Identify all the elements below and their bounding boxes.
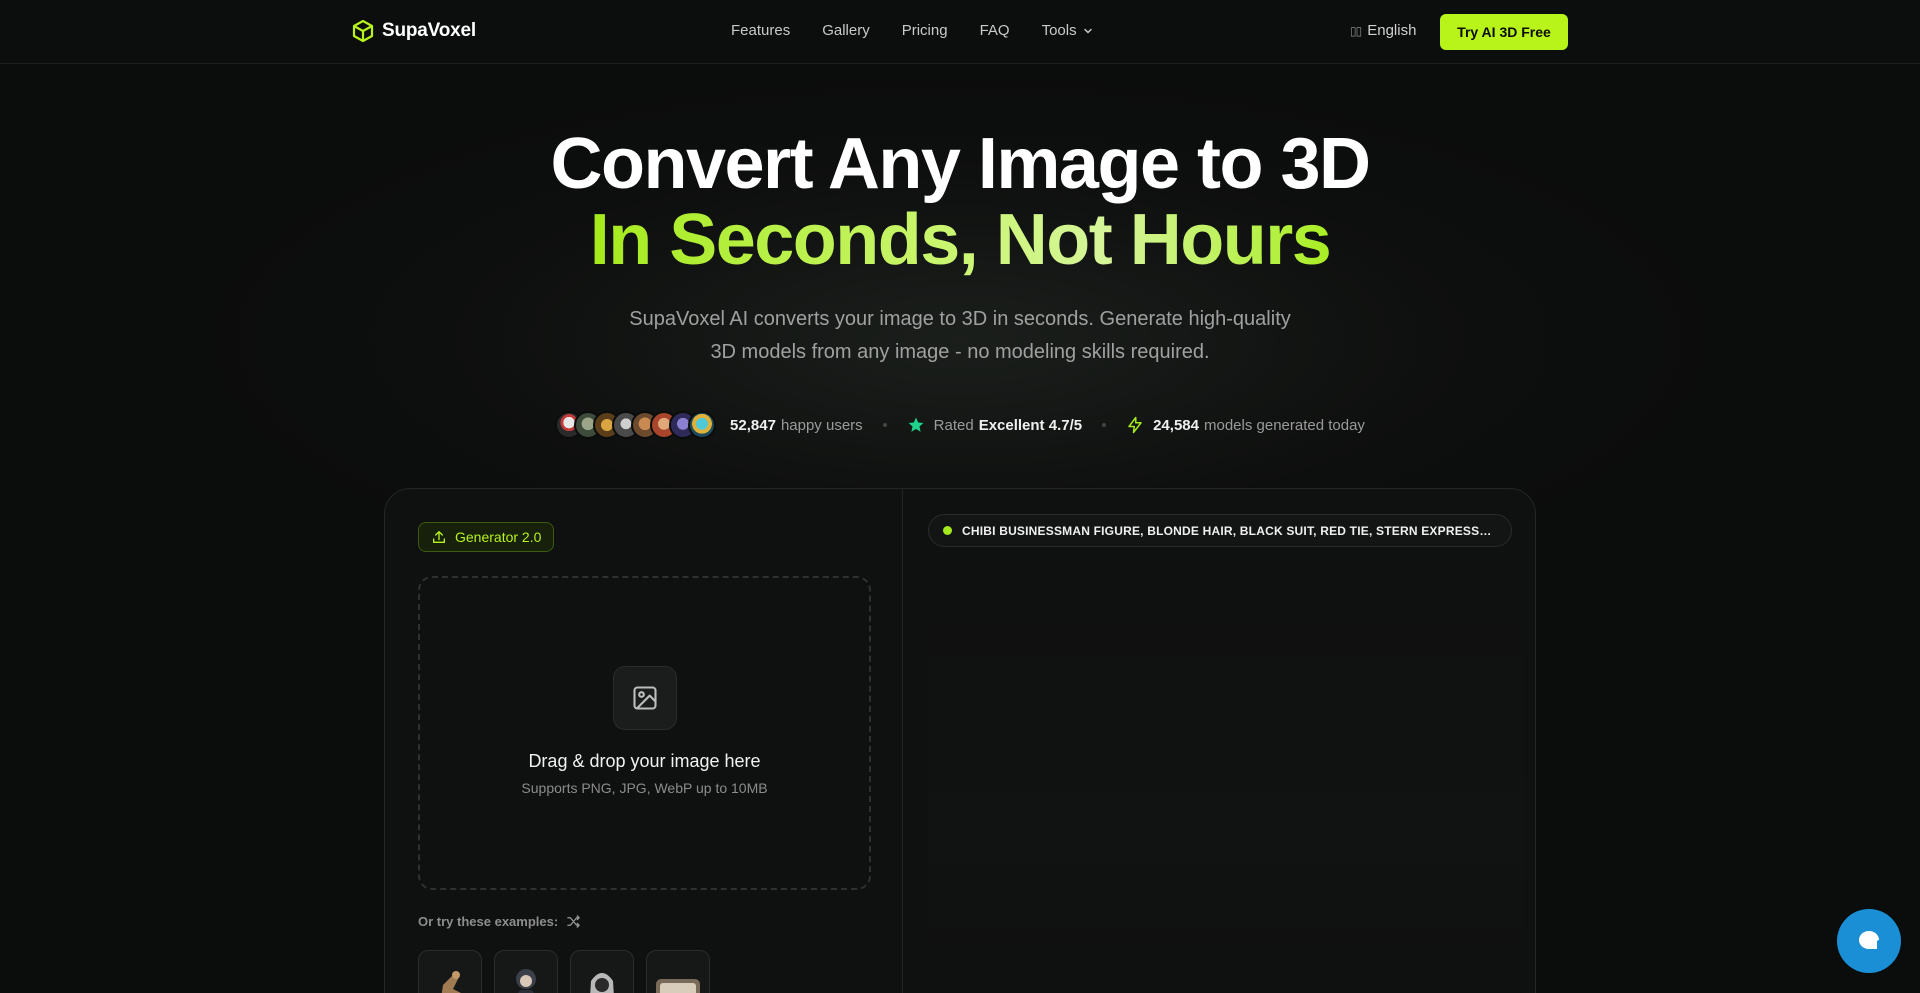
users-label: happy users [780,416,863,434]
top-nav: SupaVoxel Features Gallery Pricing FAQ T… [0,0,1920,64]
hero-subtitle: SupaVoxel AI converts your image to 3D i… [629,308,1291,363]
upload-icon [433,531,445,543]
example-thumbnail[interactable] [570,950,634,993]
generator-card: Generator 2.0 Drag & drop your image her… [384,488,1536,993]
generator-version-badge: Generator 2.0 [418,522,555,552]
image-dropzone[interactable]: Drag & drop your image here Supports PNG… [418,576,871,890]
nav-links: Features Gallery Pricing FAQ Tools [731,22,1094,39]
nav-link-tools[interactable]: Tools [1042,22,1094,39]
chat-bubble-icon [1859,931,1879,949]
avatar-stack [555,411,717,439]
example-thumbnail[interactable] [418,950,482,993]
separator-dot [882,423,887,427]
flag-icon: ▯▯ [1350,23,1362,38]
model-viewer[interactable] [928,569,1524,993]
lightning-icon [1128,416,1142,434]
hero-title-line1: Convert Any Image to 3D [550,124,1372,204]
rating-prefix: Rated [933,416,974,434]
hero-title-line2-text: In Seconds, Not Hours [589,200,1332,280]
models-stat: 24,584 models generated today [1126,416,1365,434]
image-icon [613,666,677,730]
generator-version-label: Generator 2.0 [455,529,542,545]
prompt-pill: CHIBI BUSINESSMAN FIGURE, BLONDE HAIR, B… [928,514,1512,547]
chat-button[interactable] [1837,909,1901,973]
chevron-down-icon [1083,28,1092,33]
dropzone-hint: Supports PNG, JPG, WebP up to 10MB [521,780,768,796]
example-thumbnail[interactable] [494,950,558,993]
brand-name: SupaVoxel [382,20,476,41]
models-label: models generated today [1203,416,1365,434]
social-proof: 52,847 happy users Rated Excellent 4.7/5… [0,410,1920,440]
example-thumbnail[interactable] [646,950,710,993]
panel-divider [902,489,903,993]
prompt-text: CHIBI BUSINESSMAN FIGURE, BLONDE HAIR, B… [962,523,1492,538]
nav-link-gallery[interactable]: Gallery [822,22,870,39]
shuffle-icon[interactable] [566,914,581,929]
examples-heading: Or try these examples: [418,914,581,929]
nav-link-pricing[interactable]: Pricing [902,22,948,39]
example-thumbnails [418,950,710,993]
avatar [688,411,717,439]
rating-value: Excellent 4.7/5 [978,416,1083,434]
separator-dot [1102,423,1107,427]
try-free-button[interactable]: Try AI 3D Free [1440,14,1568,50]
star-icon [908,417,924,432]
cube-icon [352,19,374,43]
brand-logo[interactable]: SupaVoxel [352,19,476,43]
dropzone-title: Drag & drop your image here [528,751,761,771]
language-label: English [1367,22,1417,39]
status-dot [943,526,952,535]
rating-stat: Rated Excellent 4.7/5 [907,416,1082,434]
nav-link-tools-label: Tools [1041,22,1077,39]
users-count: 52,847 [730,416,776,434]
hero-title-line2: In Seconds, Not Hours [0,202,1920,278]
nav-link-faq[interactable]: FAQ [980,22,1010,39]
nav-link-features[interactable]: Features [731,22,790,39]
language-selector[interactable]: ▯▯ English [1350,22,1416,39]
examples-label: Or try these examples: [418,914,559,929]
models-count: 24,584 [1153,416,1199,434]
users-stat: 52,847 happy users [730,417,863,434]
